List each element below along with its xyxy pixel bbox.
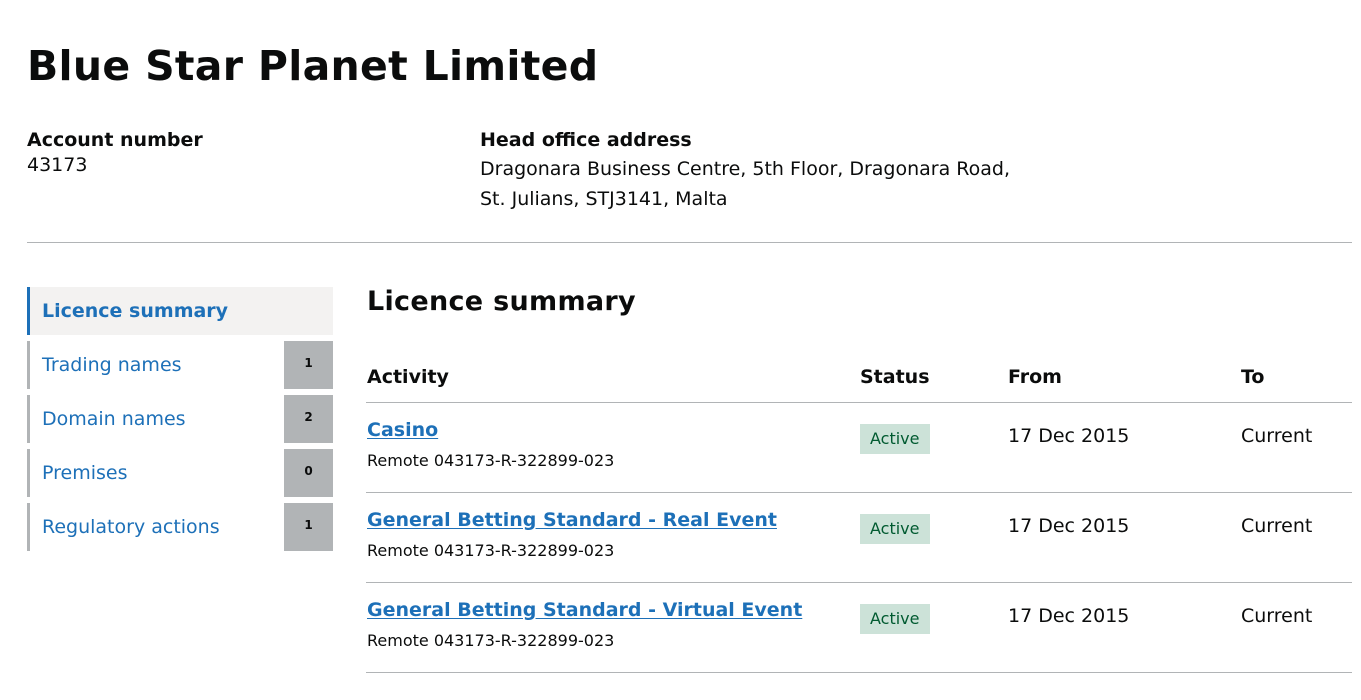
from-date: 17 Dec 2015 <box>1008 605 1130 627</box>
count-badge: 0 <box>284 449 333 497</box>
licence-reference: Remote 043173-R-322899-023 <box>367 451 615 470</box>
sidebar-item-regulatory-actions[interactable]: Regulatory actions 1 <box>27 503 333 551</box>
sidebar-item-domain-names[interactable]: Domain names 2 <box>27 395 333 443</box>
company-page: Blue Star Planet Limited Account number … <box>0 0 1361 700</box>
to-cell: Current <box>1240 582 1352 673</box>
account-number-label: Account number <box>27 129 203 151</box>
status-badge: Active <box>860 604 930 634</box>
from-date: 17 Dec 2015 <box>1008 515 1130 537</box>
column-header-from: From <box>1007 352 1240 403</box>
sidebar-item-premises[interactable]: Premises 0 <box>27 449 333 497</box>
section-title: Licence summary <box>367 286 636 317</box>
status-cell: Active <box>859 582 1007 673</box>
company-name: Blue Star Planet Limited <box>27 42 599 90</box>
sidebar-item-label[interactable]: Domain names <box>42 395 186 443</box>
activity-link-general-betting-real-event[interactable]: General Betting Standard - Real Event <box>367 508 777 532</box>
from-cell: 17 Dec 2015 <box>1007 492 1240 583</box>
column-header-activity: Activity <box>366 352 859 403</box>
column-header-status: Status <box>859 352 1007 403</box>
to-cell: Current <box>1240 402 1352 493</box>
status-badge: Active <box>860 424 930 454</box>
to-cell: Current <box>1240 492 1352 583</box>
activity-cell: Casino Remote 043173-R-322899-023 <box>366 402 859 493</box>
licence-reference: Remote 043173-R-322899-023 <box>367 541 615 560</box>
status-cell: Active <box>859 402 1007 493</box>
sidebar-item-label[interactable]: Premises <box>42 449 127 497</box>
head-office-address-block: Head office address Dragonara Business C… <box>480 128 1010 214</box>
to-date: Current <box>1241 425 1313 447</box>
count-badge: 1 <box>284 341 333 389</box>
head-office-address-line2: St. Julians, STJ3141, Malta <box>480 188 728 210</box>
licence-table: Activity Status From To Casino Remote 04… <box>366 352 1352 673</box>
table-header-row: Activity Status From To <box>366 352 1352 403</box>
to-date: Current <box>1241 515 1313 537</box>
status-badge: Active <box>860 514 930 544</box>
from-cell: 17 Dec 2015 <box>1007 582 1240 673</box>
sidebar-item-label[interactable]: Licence summary <box>42 287 228 335</box>
activity-link-general-betting-virtual-event[interactable]: General Betting Standard - Virtual Event <box>367 598 802 622</box>
to-date: Current <box>1241 605 1313 627</box>
column-header-to: To <box>1240 352 1352 403</box>
activity-cell: General Betting Standard - Virtual Event… <box>366 582 859 673</box>
head-office-address-label: Head office address <box>480 129 692 151</box>
sidebar-nav: Licence summary Trading names 1 Domain n… <box>27 287 333 557</box>
account-number-value: 43173 <box>27 154 88 176</box>
table-row: General Betting Standard - Virtual Event… <box>366 582 1352 673</box>
sidebar-item-trading-names[interactable]: Trading names 1 <box>27 341 333 389</box>
from-cell: 17 Dec 2015 <box>1007 402 1240 493</box>
activity-cell: General Betting Standard - Real Event Re… <box>366 492 859 583</box>
licence-reference: Remote 043173-R-322899-023 <box>367 631 615 650</box>
activity-link-casino[interactable]: Casino <box>367 418 438 442</box>
head-office-address-line1: Dragonara Business Centre, 5th Floor, Dr… <box>480 158 1011 180</box>
count-badge: 1 <box>284 503 333 551</box>
sidebar-item-label[interactable]: Regulatory actions <box>42 503 220 551</box>
table-row: Casino Remote 043173-R-322899-023 Active… <box>366 402 1352 493</box>
from-date: 17 Dec 2015 <box>1008 425 1130 447</box>
account-number-block: Account number 43173 <box>27 128 203 178</box>
table-row: General Betting Standard - Real Event Re… <box>366 492 1352 583</box>
status-cell: Active <box>859 492 1007 583</box>
count-badge: 2 <box>284 395 333 443</box>
sidebar-item-label[interactable]: Trading names <box>42 341 182 389</box>
sidebar-item-licence-summary[interactable]: Licence summary <box>27 287 333 335</box>
section-divider <box>27 242 1352 243</box>
